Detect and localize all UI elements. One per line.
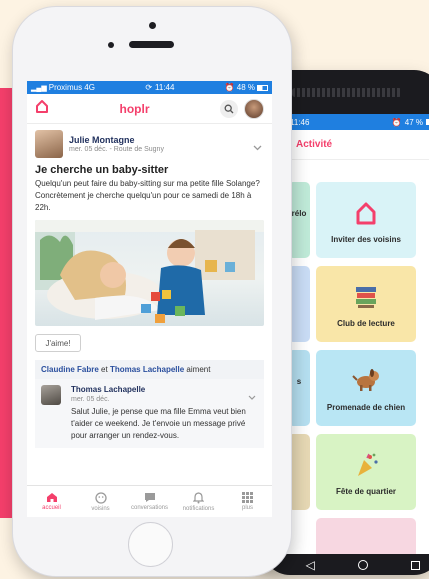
neighbor-face-icon: [94, 491, 107, 504]
status-time: 11:44: [155, 83, 175, 92]
android-home-icon[interactable]: [358, 560, 369, 570]
iphone-screen: ▂▄▆ Proximus 4G ⟳ 11:44 ⏰ 48 % hoplr Jul…: [27, 81, 272, 517]
post-title: Je cherche un baby-sitter: [35, 164, 169, 176]
android-page-title: Activité: [284, 130, 429, 160]
likes-summary: Claudine Fabre et Thomas Lachapelle aime…: [35, 360, 264, 379]
like-button[interactable]: J'aime!: [35, 334, 81, 352]
grid-icon: [242, 492, 253, 503]
user-avatar[interactable]: [244, 98, 264, 119]
activity-tile-invite-neighbors[interactable]: Inviter des voisins: [316, 182, 416, 258]
chevron-down-icon[interactable]: [253, 138, 262, 156]
comment: Thomas Lachapelle mer. 05 déc. Salut Jul…: [35, 379, 264, 448]
tab-notifications[interactable]: notifications: [174, 486, 223, 517]
status-carrier: Proximus 4G: [48, 83, 95, 92]
android-recents-icon[interactable]: [411, 560, 421, 570]
android-nav-bar: ◁: [284, 554, 429, 576]
signal-icon: ▂▄▆: [31, 84, 47, 92]
bell-icon: [193, 491, 204, 503]
books-icon: [353, 284, 379, 312]
liker-name-1[interactable]: Claudine Fabre: [41, 365, 99, 374]
search-button[interactable]: [220, 99, 238, 118]
ios-status-bar: ▂▄▆ Proximus 4G ⟳ 11:44 ⏰ 48 %: [27, 81, 272, 94]
house-outline-icon[interactable]: [35, 99, 49, 119]
android-status-bar: 11:46 ⏰ 47 %: [284, 114, 429, 130]
bottom-tab-bar: accueil voisins conversations notificati…: [27, 485, 272, 517]
activity-tile-book-club[interactable]: Club de lecture: [316, 266, 416, 342]
iphone-home-button[interactable]: [128, 522, 173, 567]
dog-icon: [351, 368, 381, 394]
chat-icon: [144, 493, 155, 502]
app-brand: hoplr: [119, 101, 150, 116]
author-avatar[interactable]: [35, 130, 63, 158]
iphone-camera: [149, 22, 156, 29]
comment-meta: mer. 05 déc.: [71, 396, 110, 403]
post-meta: mer. 05 déc. - Route de Sugny: [69, 146, 164, 153]
tab-conversations[interactable]: conversations: [125, 486, 174, 517]
house-outline-icon: [355, 200, 377, 228]
search-icon: [224, 104, 234, 113]
sync-icon: ⟳: [145, 83, 153, 92]
android-screen: 11:46 ⏰ 47 % Activité rélo s Inviter des…: [284, 114, 429, 554]
iphone-sensor: [108, 42, 114, 48]
activity-tile-block-party[interactable]: Fête de quartier: [316, 434, 416, 510]
android-status-time: 11:46: [290, 117, 310, 127]
tab-voisins[interactable]: voisins: [76, 486, 125, 517]
iphone-speaker: [129, 41, 174, 48]
comment-text: Salut Julie, je pense que ma fille Emma …: [71, 407, 246, 440]
comment-author[interactable]: Thomas Lachapelle: [71, 385, 258, 394]
activity-tile-next[interactable]: [316, 518, 416, 554]
battery-icon: [257, 84, 268, 91]
tab-accueil[interactable]: accueil: [27, 486, 76, 517]
post-header: Julie Montagne mer. 05 déc. - Route de S…: [27, 124, 272, 158]
post-body: Quelqu'un peut faire du baby-sitting sur…: [35, 179, 260, 212]
tab-plus[interactable]: plus: [223, 486, 272, 517]
post-author[interactable]: Julie Montagne: [69, 135, 164, 145]
android-alarm-icon: ⏰: [391, 117, 402, 127]
android-speaker: [292, 88, 402, 97]
iphone: ▂▄▆ Proximus 4G ⟳ 11:44 ⏰ 48 % hoplr Jul…: [12, 6, 292, 577]
home-icon: [46, 493, 57, 502]
chevron-down-icon[interactable]: [248, 387, 256, 405]
android-battery-text: 47 %: [404, 117, 423, 127]
post-photo[interactable]: [35, 220, 264, 326]
alarm-icon: ⏰: [224, 83, 235, 92]
android-back-icon[interactable]: ◁: [306, 558, 315, 572]
status-battery: 48 %: [236, 83, 255, 92]
activity-tile-dog-walk[interactable]: Promenade de chien: [316, 350, 416, 426]
app-header: hoplr: [27, 94, 272, 124]
party-popper-icon: [352, 452, 380, 480]
liker-name-2[interactable]: Thomas Lachapelle: [110, 365, 184, 374]
comment-author-avatar[interactable]: [41, 385, 61, 405]
